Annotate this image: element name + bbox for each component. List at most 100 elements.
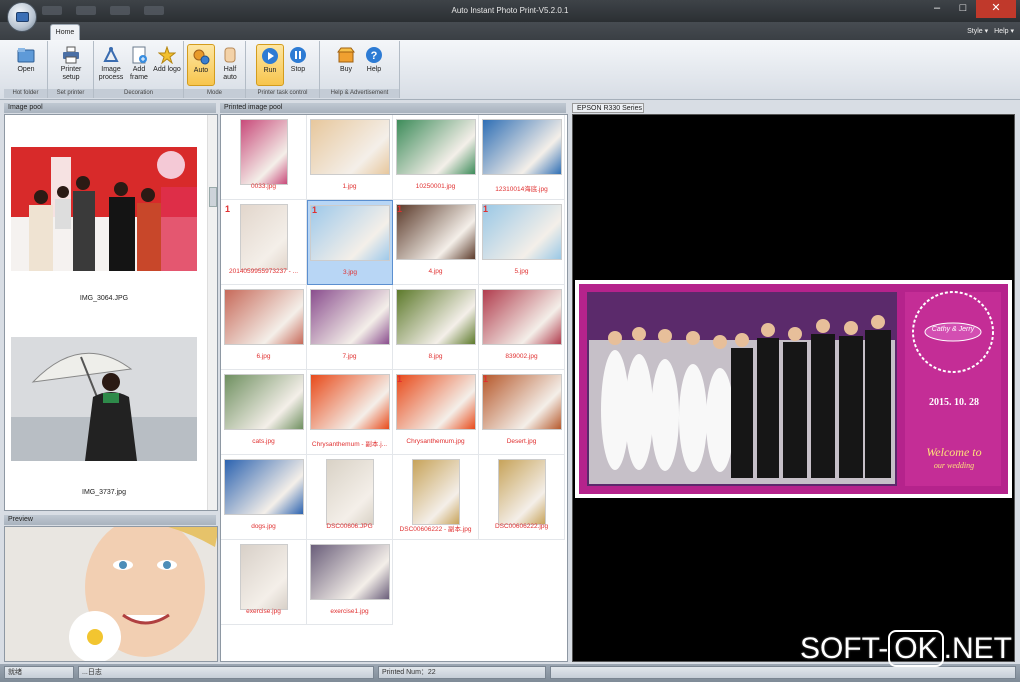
printer-tab[interactable]: EPSON R330 Series: [572, 103, 644, 113]
printed-image-cell[interactable]: cats.jpg: [221, 370, 307, 455]
printed-image-thumbnail: [309, 289, 390, 345]
wedding-group-photo: [11, 147, 197, 271]
image-process-button[interactable]: Image process: [97, 44, 125, 82]
printed-image-cell[interactable]: 1 Chrysanthemum.jpg: [393, 370, 479, 455]
printed-image-cell[interactable]: 0033.jpg: [221, 115, 307, 200]
printed-image-caption: 3.jpg: [342, 269, 358, 276]
printed-image-thumbnail: [325, 459, 374, 525]
printed-image-cell[interactable]: 10250001.jpg: [393, 115, 479, 200]
printed-image-cell[interactable]: DSC00606222.jpg: [479, 455, 565, 540]
printed-image-cell[interactable]: 1 Desert.jpg: [479, 370, 565, 455]
card-subtitle: our wedding: [933, 461, 975, 470]
stop-button[interactable]: Stop: [284, 44, 312, 74]
help-button[interactable]: ? Help: [360, 44, 388, 74]
image-pool-item[interactable]: IMG_3737.jpg: [9, 335, 199, 500]
printed-image-caption: Chrysanthemum - 副本.j...: [311, 441, 388, 448]
scrollbar[interactable]: [207, 115, 217, 510]
printed-image-cell[interactable]: 12310014海底.jpg: [479, 115, 565, 200]
printed-image-cell[interactable]: 1 4.jpg: [393, 200, 479, 285]
preview-header: Preview: [4, 515, 216, 525]
printed-image-thumbnail: [239, 544, 288, 610]
close-button[interactable]: ✕: [976, 0, 1016, 18]
printed-image-cell[interactable]: 839002.jpg: [479, 285, 565, 370]
watermark-logo: SOFT- OK .NET: [799, 630, 1012, 667]
printed-image-caption: 6.jpg: [256, 353, 271, 360]
image-pool-item[interactable]: IMG_3064.JPG: [9, 145, 199, 305]
card-date: 2015. 10. 28: [929, 397, 979, 408]
tab-home[interactable]: Home: [50, 24, 80, 40]
print-count-badge: 1: [312, 205, 318, 215]
printed-image-thumbnail: [481, 289, 562, 345]
printed-image-thumbnail: [309, 119, 390, 175]
printer-icon: [63, 46, 79, 64]
printed-image-cell[interactable]: exercise1.jpg: [307, 540, 393, 625]
preview-panel: [4, 526, 218, 662]
card-welcome: Welcome to: [926, 445, 982, 459]
half-auto-mode-button[interactable]: Half auto: [216, 44, 244, 82]
group-mode: Auto Half auto Mode: [184, 41, 246, 98]
printed-image-thumbnail: [309, 374, 390, 430]
printed-image-cell[interactable]: 1 2014059955973237 - ...: [221, 200, 307, 285]
printed-image-thumbnail: [310, 205, 390, 261]
printed-image-cell[interactable]: 1.jpg: [307, 115, 393, 200]
printed-image-cell[interactable]: 1 3.jpg: [307, 200, 393, 285]
app-menu-button[interactable]: [7, 2, 37, 32]
printed-image-cell[interactable]: 6.jpg: [221, 285, 307, 370]
svg-text:?: ?: [371, 50, 378, 62]
printed-image-cell[interactable]: DSC00606.JPG: [307, 455, 393, 540]
run-button[interactable]: Run: [256, 44, 284, 86]
printed-image-caption: DSC00606222 - 副本.jpg: [399, 526, 472, 533]
add-frame-icon: [132, 46, 147, 64]
style-menu[interactable]: Style ▾: [967, 27, 988, 35]
ribbon: Open Hot folder Printer setup Set printe…: [0, 40, 1020, 100]
print-count-badge: 1: [397, 374, 403, 384]
printed-image-thumbnail: [497, 459, 546, 525]
maximize-button[interactable]: □: [950, 0, 976, 18]
group-set-printer: Printer setup Set printer: [48, 41, 94, 98]
status-ready: 就绪: [4, 666, 74, 679]
printed-image-thumbnail: [481, 119, 562, 175]
umbrella-photo: [11, 337, 197, 461]
printer-setup-button[interactable]: Printer setup: [57, 44, 85, 82]
printed-image-thumbnail: [395, 204, 476, 260]
printed-image-cell[interactable]: 8.jpg: [393, 285, 479, 370]
printed-image-caption: 839002.jpg: [505, 353, 538, 360]
printed-image-caption: 12310014海底.jpg: [495, 186, 548, 193]
printed-image-cell[interactable]: 1 5.jpg: [479, 200, 565, 285]
printed-image-cell[interactable]: dogs.jpg: [221, 455, 307, 540]
printed-image-thumbnail: [309, 544, 390, 600]
printed-image-caption: DSC00606.JPG: [326, 523, 373, 530]
add-logo-button[interactable]: Add logo: [153, 44, 181, 74]
printed-image-cell[interactable]: Chrysanthemum - 副本.j...: [307, 370, 393, 455]
printed-image-thumbnail: [481, 374, 562, 430]
image-caption: IMG_3737.jpg: [82, 489, 126, 496]
minimize-button[interactable]: –: [924, 0, 950, 18]
buy-button[interactable]: Buy: [332, 44, 360, 74]
group-help-advertisement: Buy ? Help Help & Advertisement: [320, 41, 400, 98]
auto-mode-button[interactable]: Auto: [187, 44, 215, 86]
group-hot-folder: Open Hot folder: [4, 41, 48, 98]
printed-image-cell[interactable]: 7.jpg: [307, 285, 393, 370]
printed-pool-header: Printed image pool: [220, 103, 566, 113]
scrollbar-thumb[interactable]: [209, 187, 217, 207]
printed-image-thumbnail: [481, 204, 562, 260]
image-pool-panel: IMG_3064.JPG IMG_3737.jpg: [4, 114, 218, 511]
add-frame-button[interactable]: Add frame: [125, 44, 153, 82]
help-icon: ?: [366, 47, 382, 63]
printed-image-caption: Chrysanthemum.jpg: [406, 438, 465, 445]
printer-canvas: Cathy & Jerry 2015. 10. 28 Welcome to ou…: [572, 114, 1015, 662]
image-pool-header: Image pool: [4, 103, 216, 113]
printed-image-thumbnail: [395, 289, 476, 345]
help-menu[interactable]: Help ▾: [994, 27, 1014, 35]
printed-image-caption: exercise1.jpg: [330, 608, 369, 615]
star-icon: [158, 46, 176, 64]
ribbon-tab-bar: Home Style ▾ Help ▾: [0, 22, 1020, 40]
window-title: Auto Instant Photo Print-V5.2.0.1: [451, 6, 569, 15]
printed-image-caption: 8.jpg: [428, 353, 443, 360]
status-printed-count: Printed Num：22: [378, 666, 546, 679]
printed-image-caption: 4.jpg: [428, 268, 443, 275]
open-button[interactable]: Open: [12, 44, 40, 74]
printed-image-cell[interactable]: DSC00606222 - 副本.jpg: [393, 455, 479, 540]
printed-image-cell[interactable]: exercise.jpg: [221, 540, 307, 625]
preview-image: [5, 527, 217, 661]
